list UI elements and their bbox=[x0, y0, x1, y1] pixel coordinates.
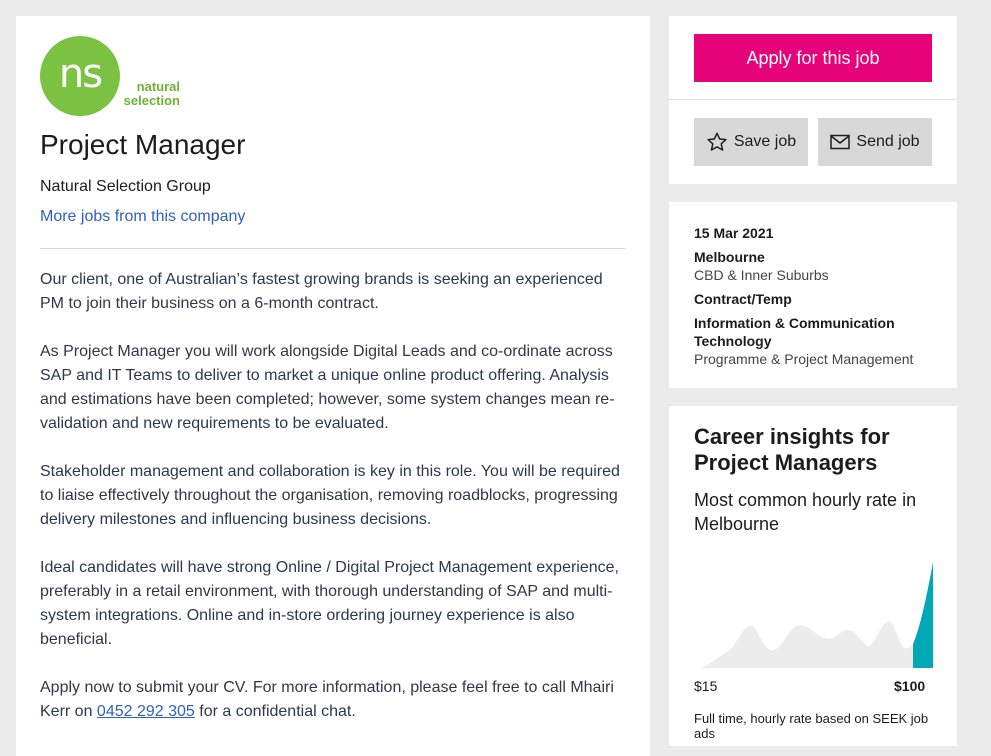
location-area[interactable]: CBD & Inner Suburbs bbox=[694, 266, 829, 284]
apply-button[interactable]: Apply for this job bbox=[694, 34, 932, 82]
description-paragraph: Apply now to submit your CV. For more in… bbox=[40, 676, 630, 724]
job-title: Project Manager bbox=[40, 129, 246, 160]
listing-date: 15 Mar 2021 bbox=[694, 225, 774, 241]
apply-text-end: for a confidential chat. bbox=[194, 703, 356, 720]
envelope-icon bbox=[830, 134, 851, 150]
divider bbox=[40, 248, 625, 249]
send-job-button[interactable]: Send job bbox=[818, 118, 932, 166]
chart-min-label: $15 bbox=[694, 678, 718, 694]
job-details-card: ns natural selection Project Manager Nat… bbox=[16, 16, 650, 756]
career-insights-card: Career insights for Project Managers Mos… bbox=[669, 406, 957, 746]
insights-note: Full time, hourly rate based on SEEK job… bbox=[694, 711, 929, 741]
description-paragraph: Our client, one of Australian’s fastest … bbox=[40, 271, 603, 312]
salary-distribution-chart bbox=[701, 562, 933, 668]
job-description: Our client, one of Australian’s fastest … bbox=[40, 268, 630, 748]
star-outline-icon bbox=[707, 132, 727, 151]
send-job-label: Send job bbox=[856, 133, 920, 150]
description-paragraph: Stakeholder management and collaboration… bbox=[40, 463, 620, 528]
chart-max-label: $100 bbox=[894, 678, 926, 694]
logo-wordmark: natural selection bbox=[116, 80, 180, 108]
logo-text-line2: selection bbox=[123, 93, 180, 108]
divider bbox=[669, 99, 957, 100]
company-name: Natural Selection Group bbox=[40, 178, 211, 195]
distribution-area bbox=[701, 621, 913, 668]
highlighted-range bbox=[913, 562, 933, 668]
company-logo[interactable]: ns natural selection bbox=[40, 36, 190, 116]
actions-card: Apply for this job Save job Send job bbox=[669, 16, 957, 184]
description-paragraph: As Project Manager you will work alongsi… bbox=[40, 343, 615, 432]
classification[interactable]: Information & Communication Technology bbox=[694, 314, 934, 350]
location[interactable]: Melbourne bbox=[694, 248, 765, 266]
work-type: Contract/Temp bbox=[694, 291, 792, 307]
save-job-button[interactable]: Save job bbox=[694, 118, 808, 166]
job-meta-card: 15 Mar 2021 Melbourne CBD & Inner Suburb… bbox=[669, 202, 957, 388]
description-paragraph: Ideal candidates will have strong Online… bbox=[40, 559, 619, 648]
more-jobs-link[interactable]: More jobs from this company bbox=[40, 208, 245, 226]
sub-classification[interactable]: Programme & Project Management bbox=[694, 350, 913, 368]
phone-link[interactable]: 0452 292 305 bbox=[97, 703, 195, 720]
logo-mark: ns bbox=[40, 36, 120, 116]
logo-text-line1: natural bbox=[136, 79, 180, 94]
insights-subtitle: Most common hourly rate in Melbourne bbox=[694, 490, 917, 534]
save-job-label: Save job bbox=[733, 133, 797, 150]
insights-title: Career insights for Project Managers bbox=[694, 424, 890, 475]
